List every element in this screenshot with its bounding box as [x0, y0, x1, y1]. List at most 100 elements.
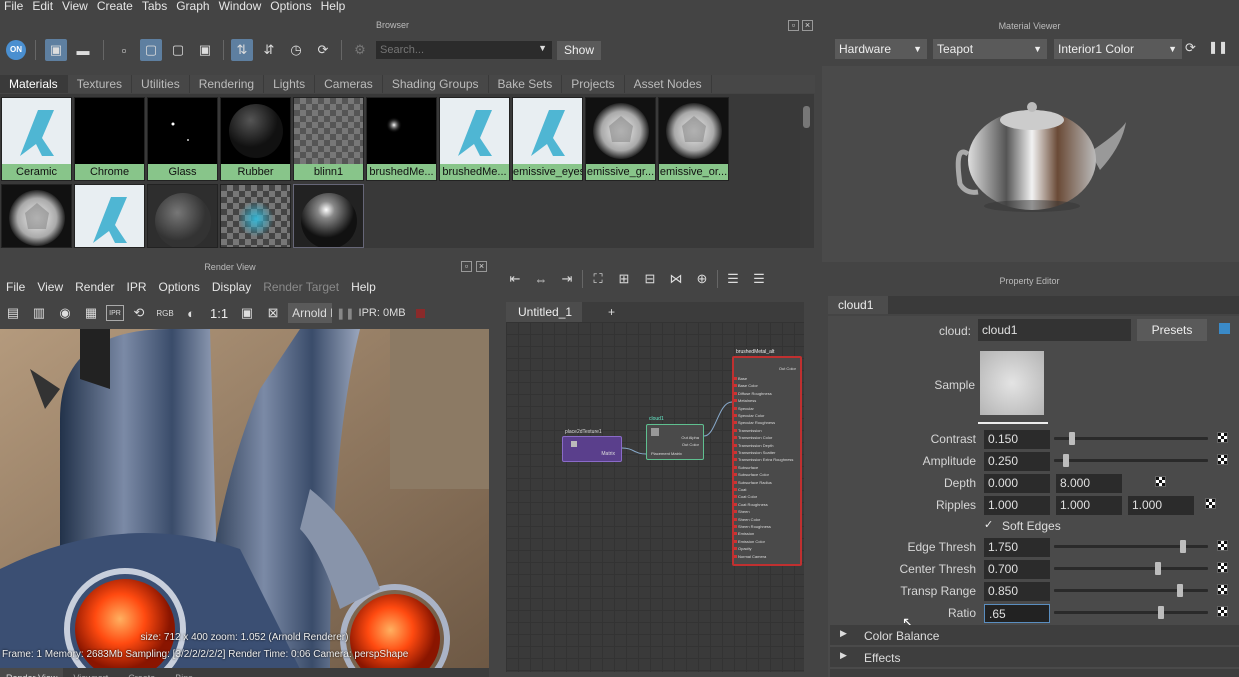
simple-mode-icon[interactable]: ☰ — [722, 268, 744, 290]
tab-rendering[interactable]: Rendering — [190, 75, 265, 93]
center-thresh-field[interactable]: 0.700 — [984, 560, 1050, 579]
center-thresh-slider[interactable] — [1054, 562, 1208, 575]
slider-knob[interactable] — [1176, 584, 1183, 597]
edge-thresh-slider[interactable] — [1054, 540, 1208, 553]
rv-menu-file[interactable]: File — [0, 280, 31, 297]
tab-bins[interactable]: Bins — [165, 668, 203, 677]
port-dot-icon[interactable] — [734, 502, 737, 506]
slider-knob[interactable] — [1068, 432, 1075, 445]
texture-filter-icon[interactable]: ⚙ — [349, 39, 371, 61]
amplitude-slider[interactable] — [1054, 454, 1208, 467]
swatch-blinn1[interactable]: blinn1 — [293, 97, 364, 181]
node-brushed-metal[interactable]: brushedMetal_alt Out Color Base Base Colo… — [732, 349, 802, 566]
contrast-field[interactable]: 0.150 — [984, 430, 1050, 449]
port-dot-icon[interactable] — [734, 436, 737, 440]
rv-menu-options[interactable]: Options — [153, 280, 206, 297]
port-dot-icon[interactable] — [734, 451, 737, 454]
refresh-render-icon[interactable]: ⟳ — [1185, 40, 1196, 56]
layout-icon[interactable]: ⊞ — [613, 268, 635, 290]
stop-render-icon[interactable] — [415, 308, 425, 318]
swatch-emissive-or[interactable]: emissive_or... — [658, 97, 729, 181]
node-graph-canvas[interactable]: place2dTexture1 Matrix cloud1 Out Alpha … — [506, 322, 804, 672]
ripples-z-field[interactable]: 1.000 — [1128, 496, 1194, 515]
ratio-slider[interactable] — [1054, 606, 1208, 619]
menu-tabs[interactable]: Tabs — [138, 0, 172, 13]
large-swatch-icon[interactable]: ▢ — [167, 39, 189, 61]
output-connections-icon[interactable]: ⇥ — [556, 268, 578, 290]
rv-menu-view[interactable]: View — [31, 280, 69, 297]
port-dot-icon[interactable] — [734, 377, 737, 380]
presets-button[interactable]: Presets — [1137, 319, 1207, 341]
menu-file[interactable]: File — [0, 0, 28, 13]
frame-all-icon[interactable]: ⛶ — [587, 268, 609, 290]
center-thresh-map-icon[interactable] — [1217, 562, 1228, 573]
on-toggle-icon[interactable]: ON — [6, 40, 26, 60]
tab-utilities[interactable]: Utilities — [132, 75, 190, 93]
sort-alpha-icon[interactable]: ⇅ — [231, 39, 253, 61]
show-button[interactable]: Show — [557, 40, 602, 60]
section-effects[interactable]: ▶ Effects — [830, 647, 1239, 667]
real-size-button[interactable]: 1:1 — [206, 306, 232, 321]
slider-knob[interactable] — [1154, 562, 1161, 575]
tab-cameras[interactable]: Cameras — [315, 75, 383, 93]
contrast-slider[interactable] — [1054, 432, 1208, 445]
transp-range-map-icon[interactable] — [1217, 584, 1228, 595]
add-tab-button[interactable]: + — [608, 305, 615, 319]
render-frame-icon[interactable]: ▤ — [2, 302, 24, 324]
swatch-cyan-glow[interactable] — [220, 184, 291, 248]
swatch-emissive-gr[interactable]: emissive_gr... — [585, 97, 656, 181]
small-swatch-icon[interactable]: ▫ — [113, 39, 135, 61]
tab-render-view[interactable]: Render View — [0, 668, 64, 677]
port-dot-icon[interactable] — [734, 495, 737, 499]
refresh-ipr-icon[interactable]: ⟲ — [128, 302, 150, 324]
ripples-y-field[interactable]: 1.000 — [1056, 496, 1122, 515]
port-dot-icon[interactable] — [734, 443, 737, 447]
slider-knob[interactable] — [1157, 606, 1164, 619]
full-mode-icon[interactable]: ☰ — [748, 268, 770, 290]
edge-thresh-field[interactable]: 1.750 — [984, 538, 1050, 557]
amplitude-map-icon[interactable] — [1217, 454, 1228, 465]
tab-create[interactable]: Create — [118, 668, 165, 677]
port-dot-icon[interactable] — [734, 428, 737, 432]
ripples-map-icon[interactable] — [1205, 498, 1216, 509]
refresh-icon[interactable]: ⟳ — [312, 39, 334, 61]
search-input[interactable] — [376, 41, 526, 59]
browser-close-icon[interactable]: × — [802, 20, 813, 31]
port-dot-icon[interactable] — [734, 510, 737, 514]
preset-toggle-icon[interactable] — [1219, 323, 1230, 334]
soft-edges-checkbox[interactable]: ✓ — [984, 519, 996, 531]
rv-menu-help[interactable]: Help — [345, 280, 382, 297]
renderer-select[interactable]: Hardware ▼ — [835, 39, 927, 59]
swatch-emissive-eyes[interactable]: emissive_eyes — [512, 97, 583, 181]
swatch-brushedmetal-1[interactable]: brushedMe... — [366, 97, 437, 181]
amplitude-field[interactable]: 0.250 — [984, 452, 1050, 471]
arrange-icon[interactable]: ⊟ — [639, 268, 661, 290]
contrast-map-icon[interactable] — [1217, 432, 1228, 443]
ipr-icon[interactable]: IPR — [106, 305, 124, 321]
port-dot-icon[interactable] — [734, 539, 737, 543]
menu-options[interactable]: Options — [266, 0, 316, 13]
port-dot-icon[interactable] — [734, 406, 737, 410]
render-sequence-icon[interactable]: ▦ — [80, 302, 102, 324]
ripples-x-field[interactable]: 1.000 — [984, 496, 1050, 515]
tab-lights[interactable]: Lights — [264, 75, 316, 93]
depth-max-field[interactable]: 8.000 — [1056, 474, 1122, 493]
rv-menu-render-target[interactable]: Render Target — [257, 280, 345, 297]
browser-float-icon[interactable]: ▫ — [788, 20, 799, 31]
scroll-thumb[interactable] — [803, 106, 810, 128]
node-place2dtexture[interactable]: place2dTexture1 Matrix — [562, 429, 622, 462]
shape-select[interactable]: Teapot ▼ — [933, 39, 1047, 59]
io-connections-icon[interactable]: ⇔ — [530, 268, 552, 290]
input-connections-icon[interactable]: ⇤ — [504, 268, 526, 290]
render-region-icon[interactable]: ▥ — [28, 302, 50, 324]
port-dot-icon[interactable] — [734, 525, 737, 528]
browser-scrollbar[interactable] — [800, 94, 814, 248]
tab-materials[interactable]: Materials — [0, 75, 68, 93]
port-dot-icon[interactable] — [734, 421, 737, 425]
menu-graph[interactable]: Graph — [172, 0, 214, 13]
swatch-metal-sphere[interactable] — [293, 184, 364, 248]
port-dot-icon[interactable] — [734, 391, 737, 395]
tab-viewport[interactable]: Viewport — [63, 668, 118, 677]
ratio-map-icon[interactable] — [1217, 606, 1228, 617]
render-float-icon[interactable]: ▫ — [461, 261, 472, 272]
